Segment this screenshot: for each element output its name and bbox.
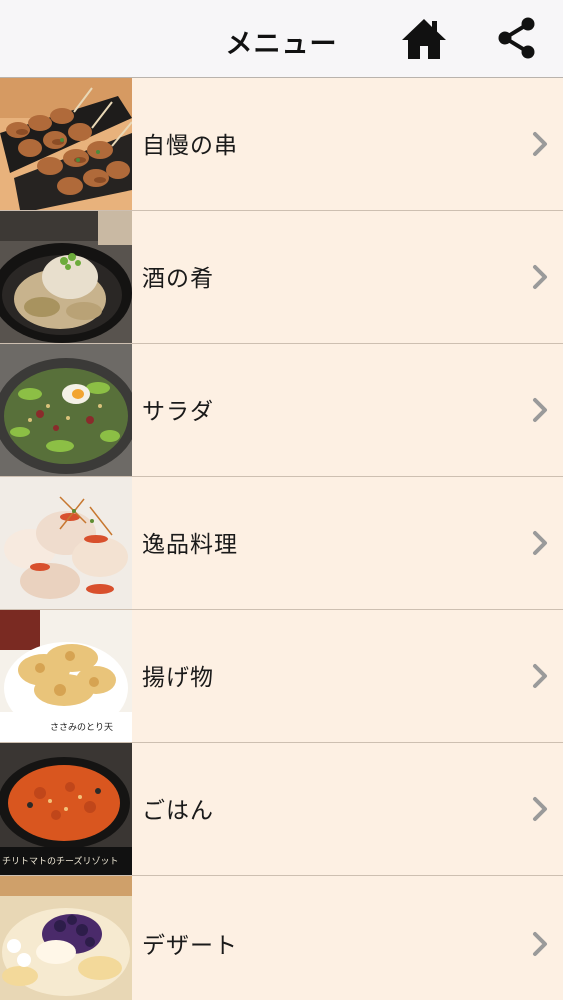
chevron-right-icon (533, 664, 547, 688)
menu-list: 自慢の串 酒の肴 サラダ 逸品料理 ささみのとり天 揚げ物 チリトマトのチーズリ… (0, 78, 563, 1000)
menu-item-image (0, 211, 132, 343)
chevron-right-icon (533, 398, 547, 422)
menu-item-image (0, 477, 132, 609)
chevron-right-icon (533, 265, 547, 289)
menu-item-salad[interactable]: サラダ (0, 344, 563, 477)
chevron-right-icon (533, 132, 547, 156)
menu-item-label: 酒の肴 (142, 266, 214, 292)
menu-item-image (0, 876, 132, 1000)
share-icon (498, 17, 535, 59)
menu-item-dessert[interactable]: デザート (0, 876, 563, 1000)
image-caption: チリトマトのチーズリゾット (2, 857, 119, 867)
menu-item-skewers[interactable]: 自慢の串 (0, 78, 563, 211)
page-title: メニュー (225, 29, 338, 60)
share-button[interactable] (496, 16, 538, 60)
menu-item-label: 自慢の串 (142, 133, 238, 159)
home-button[interactable] (400, 16, 448, 62)
navigation-bar: メニュー (0, 0, 563, 78)
menu-item-image: ささみのとり天 (0, 610, 132, 742)
menu-item-special-dish[interactable]: 逸品料理 (0, 477, 563, 610)
chevron-right-icon (533, 531, 547, 555)
menu-item-image: チリトマトのチーズリゾット (0, 743, 132, 875)
chevron-right-icon (533, 797, 547, 821)
menu-item-image (0, 78, 132, 210)
menu-item-image (0, 344, 132, 476)
menu-item-label: ごはん (142, 798, 214, 824)
menu-item-label: 逸品料理 (142, 532, 238, 558)
menu-item-rice[interactable]: チリトマトのチーズリゾット ごはん (0, 743, 563, 876)
menu-item-label: デザート (142, 933, 238, 959)
image-caption: ささみのとり天 (50, 723, 114, 733)
menu-item-label: サラダ (142, 399, 214, 425)
menu-item-fried-food[interactable]: ささみのとり天 揚げ物 (0, 610, 563, 743)
menu-item-sake-snacks[interactable]: 酒の肴 (0, 211, 563, 344)
menu-item-label: 揚げ物 (142, 665, 214, 691)
chevron-right-icon (533, 932, 547, 956)
home-icon (402, 19, 446, 59)
